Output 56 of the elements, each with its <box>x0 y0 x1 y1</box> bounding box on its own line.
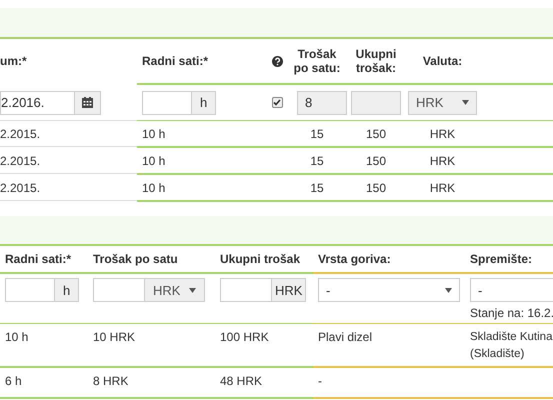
table-cell: HRK <box>430 180 456 194</box>
table-cell: 15 <box>310 126 324 140</box>
table-cell: 15 <box>310 180 324 194</box>
table-cell: 150 <box>366 126 386 140</box>
dropdown[interactable]: - <box>318 278 460 302</box>
readonly-field <box>351 90 401 114</box>
column-header: Radni sati:* <box>5 252 72 266</box>
column-header: Vrsta goriva: <box>318 252 391 266</box>
input-field[interactable] <box>93 278 145 302</box>
help-icon[interactable] <box>272 56 282 66</box>
table-cell: 10 h <box>142 180 166 194</box>
readonly-field: 8 <box>297 90 347 114</box>
unit-label: h <box>192 90 216 114</box>
calendar-button[interactable] <box>75 90 101 114</box>
table-cell: 2.2015. <box>0 126 40 140</box>
input-field[interactable]: - <box>470 278 553 302</box>
caret-icon <box>445 288 452 292</box>
table-cell: 10 h <box>5 329 28 346</box>
checkbox[interactable] <box>272 97 282 108</box>
table-cell: 100 HRK <box>220 329 269 346</box>
calendar-icon <box>82 97 93 108</box>
table-cell: - <box>318 373 322 390</box>
column-header: um:* <box>0 54 27 68</box>
table-cell: 150 <box>366 154 386 168</box>
column-header: Trošak po satu: <box>292 47 342 75</box>
table-cell: 10 h <box>142 126 166 140</box>
column-header: Valuta: <box>422 54 462 68</box>
table-cell: 2.2015. <box>0 154 40 168</box>
stock-note: Stanje na: 16.2. <box>470 306 553 320</box>
table-cell: 15 <box>310 154 324 168</box>
table-cell: 8 HRK <box>93 373 128 390</box>
column-header: Ukupni trošak: <box>354 47 398 75</box>
column-header: Trošak po satu <box>93 252 178 266</box>
date-field[interactable]: 2.2016. <box>0 90 75 114</box>
unit-label: HRK <box>272 278 306 302</box>
input-field[interactable] <box>142 90 192 114</box>
column-header: Ukupni trošak <box>220 252 300 266</box>
column-header: Radni sati:* <box>142 54 208 68</box>
dropdown[interactable]: HRK <box>408 90 477 114</box>
unit-label: h <box>55 278 80 302</box>
table-cell: HRK <box>430 154 456 168</box>
input-field[interactable] <box>5 278 55 302</box>
table-cell: 10 HRK <box>93 329 136 346</box>
table-cell-text: Skladište Kutina (Skladište) <box>470 330 552 362</box>
table-cell: Plavi dizel <box>318 329 372 346</box>
table-cell: 6 h <box>5 373 22 390</box>
input-field[interactable] <box>220 278 272 302</box>
table-cell: 150 <box>366 180 386 194</box>
caret-icon <box>189 288 196 292</box>
currency-dropdown[interactable]: HRK <box>145 278 205 302</box>
caret-icon <box>462 100 469 105</box>
table-cell: 10 h <box>142 154 166 168</box>
table-cell: HRK <box>430 126 456 140</box>
column-header: Spremište: <box>470 252 532 266</box>
table-cell: 48 HRK <box>220 373 262 390</box>
table-cell: 2.2015. <box>0 180 40 194</box>
